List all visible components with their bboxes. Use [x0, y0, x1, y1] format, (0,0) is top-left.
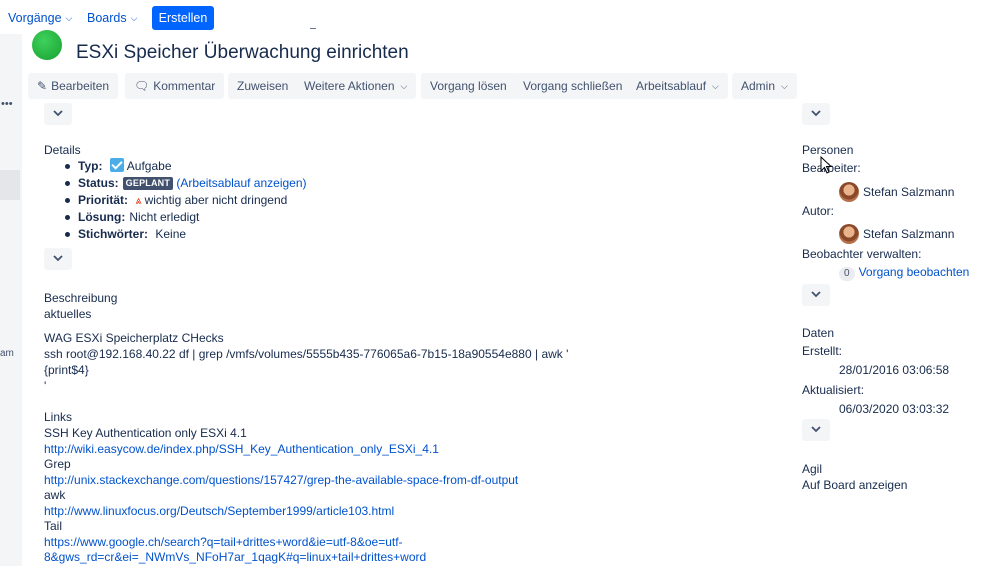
priority-label: Priorität: — [78, 193, 129, 207]
pencil-icon: ✎ — [37, 79, 48, 93]
nav-vorgaenge[interactable]: Vorgänge ⌵ — [8, 11, 72, 25]
description-line: Grep — [44, 457, 71, 471]
chevron-down-icon: ⌵ — [130, 13, 138, 23]
description-link[interactable]: https://www.google.ch/search?q=tail+drit… — [44, 535, 403, 549]
breadcrumb-fragment — [310, 28, 316, 31]
updated-value: 06/03/2020 03:03:32 — [839, 402, 950, 416]
status-label: Status: — [78, 176, 119, 190]
chevron-down-icon: ⌵ — [400, 81, 408, 91]
page-title: ESXi Speicher Überwachung einrichten — [76, 42, 409, 63]
admin-label: Admin — [741, 79, 776, 93]
created-value: 28/01/2016 03:06:58 — [839, 363, 950, 377]
chevron-down-icon — [811, 426, 821, 433]
description-line: SSH Key Authentication only ESXi 4.1 — [44, 426, 247, 440]
description-line: aktuelles — [44, 307, 92, 321]
view-on-board-link[interactable]: Auf Board anzeigen — [802, 478, 907, 492]
watch-count-badge: 0 — [839, 267, 855, 281]
description-line: Tail — [44, 519, 63, 533]
description-link[interactable]: http://unix.stackexchange.com/questions/… — [44, 473, 518, 487]
watchers-label: Beobachter verwalten: — [802, 247, 922, 261]
edit-button-label: Bearbeiten — [51, 79, 110, 93]
mouse-cursor-icon — [820, 156, 832, 174]
details-heading: Details — [44, 143, 81, 157]
chevron-down-icon — [53, 110, 63, 117]
description-line: ssh root@192.168.40.22 df | grep /vmfs/v… — [44, 347, 569, 361]
project-avatar — [32, 30, 62, 60]
status-badge: GEPLANT — [122, 177, 174, 190]
chevron-down-icon: ⌵ — [65, 13, 73, 23]
description-line: ' — [44, 379, 47, 393]
sidebar-item-active[interactable] — [0, 170, 20, 200]
close-issue-button[interactable]: Vorgang schließen — [514, 73, 632, 99]
workflow-label: Arbeitsablauf — [636, 79, 707, 93]
agile-heading: Agil — [802, 462, 823, 476]
admin-button[interactable]: Admin ⌵ — [732, 73, 797, 99]
avatar — [839, 224, 859, 244]
resolution-value: Nicht erledigt — [129, 210, 200, 224]
more-icon[interactable]: ••• — [1, 98, 13, 110]
create-button[interactable]: Erstellen — [152, 6, 214, 30]
collapse-people-button[interactable] — [802, 284, 830, 306]
comment-button-label: Kommentar — [153, 79, 216, 93]
top-navigation: Vorgänge ⌵ Boards ⌵ Erstellen — [0, 0, 999, 34]
description-link[interactable]: http://wiki.easycow.de/index.php/SSH_Key… — [44, 442, 439, 456]
workflow-button[interactable]: Arbeitsablauf ⌵ — [627, 73, 728, 99]
type-value: Aufgabe — [126, 159, 172, 173]
keywords-label: Stichwörter: — [78, 227, 149, 241]
description-link[interactable]: 8&gws_rd=cr&ei=_NWmVs_NFoH7ar_1qagK#q=li… — [44, 550, 426, 564]
more-actions-button[interactable]: Weitere Aktionen ⌵ — [295, 73, 417, 99]
comment-icon: 🗨 — [134, 79, 150, 93]
avatar — [839, 182, 859, 202]
sidebar-truncated-label: am — [0, 348, 14, 359]
resolution-label: Lösung: — [78, 210, 126, 224]
description-line: Links — [44, 410, 73, 424]
detail-status: Status: GEPLANT (Arbeitsablauf anzeigen) — [62, 175, 307, 192]
collapse-button[interactable] — [44, 103, 72, 125]
nav-vorgaenge-label: Vorgänge — [8, 11, 62, 25]
chevron-down-icon — [811, 110, 821, 117]
nav-boards-label: Boards — [87, 11, 127, 25]
keywords-value: Keine — [155, 227, 187, 241]
reporter-value[interactable]: Stefan Salzmann — [839, 224, 954, 244]
description-heading: Beschreibung — [44, 291, 118, 305]
collapse-button[interactable] — [802, 103, 830, 125]
chevron-down-icon — [53, 255, 63, 262]
collapse-details-button[interactable] — [44, 248, 72, 270]
comment-button[interactable]: 🗨 Kommentar — [125, 73, 225, 99]
view-workflow-link[interactable]: (Arbeitsablauf anzeigen) — [176, 176, 306, 190]
more-actions-label: Weitere Aktionen — [304, 79, 395, 93]
details-list: Typ: Aufgabe Status: GEPLANT (Arbeitsabla… — [62, 158, 307, 243]
chevron-down-icon — [811, 291, 821, 298]
people-heading: Personen — [802, 143, 854, 157]
description-line: {print$4} — [44, 363, 89, 377]
assignee-value[interactable]: Stefan Salzmann — [839, 182, 954, 202]
watch-issue-link[interactable]: Vorgang beobachten — [859, 265, 970, 279]
watch-row: 0 Vorgang beobachten — [839, 265, 969, 281]
detail-keywords: Stichwörter: Keine — [62, 226, 307, 243]
detail-resolution: Lösung: Nicht erledigt — [62, 209, 307, 226]
detail-type: Typ: Aufgabe — [62, 158, 307, 175]
type-label: Typ: — [78, 159, 103, 173]
created-label: Erstellt: — [802, 344, 843, 358]
resolve-button[interactable]: Vorgang lösen — [421, 73, 516, 99]
chevron-down-icon: ⌵ — [712, 81, 719, 91]
assign-button[interactable]: Zuweisen — [228, 73, 298, 99]
reporter-label: Autor: — [802, 204, 835, 218]
nav-boards[interactable]: Boards ⌵ — [87, 11, 137, 25]
priority-icon: ⩓ — [135, 195, 142, 207]
edit-button[interactable]: ✎ Bearbeiten — [28, 73, 119, 99]
description-line: WAG ESXi Speicherplatz CHecks — [44, 331, 224, 345]
description-line: awk — [44, 488, 66, 502]
description-link[interactable]: http://www.linuxfocus.org/Deutsch/Septem… — [44, 504, 394, 518]
sidebar: ••• am — [0, 34, 22, 566]
priority-value: wichtig aber nicht dringend — [144, 193, 288, 207]
assignee-name: Stefan Salzmann — [863, 185, 955, 199]
reporter-name: Stefan Salzmann — [863, 227, 955, 241]
updated-label: Aktualisiert: — [802, 383, 865, 397]
task-icon — [109, 158, 124, 172]
chevron-down-icon: ⌵ — [781, 81, 788, 91]
collapse-dates-button[interactable] — [802, 419, 830, 441]
detail-priority: Priorität: ⩓ wichtig aber nicht dringend — [62, 192, 307, 209]
dates-heading: Daten — [802, 326, 835, 340]
